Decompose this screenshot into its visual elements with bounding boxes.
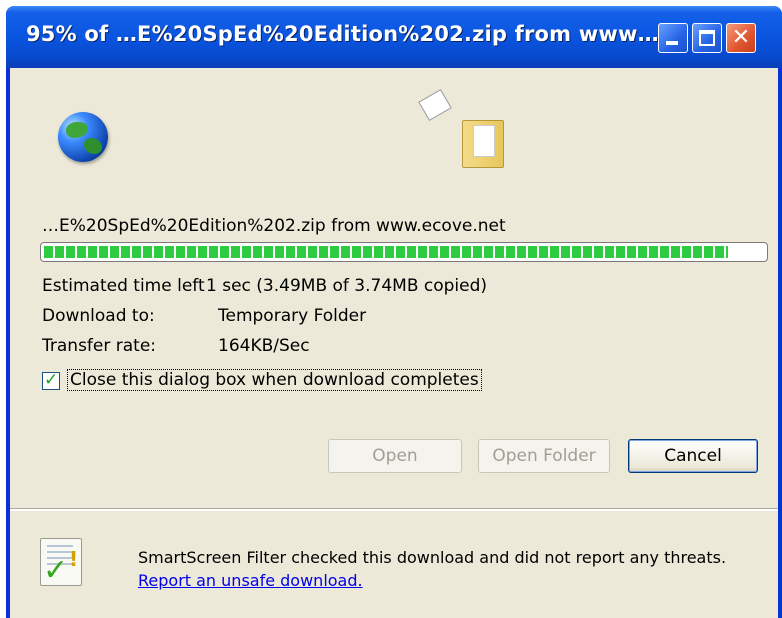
- transfer-rate-row: Transfer rate: 164KB/Sec: [42, 336, 310, 356]
- smartscreen-message: SmartScreen Filter checked this download…: [138, 546, 748, 592]
- download-to-value: Temporary Folder: [218, 306, 367, 326]
- download-to-label: Download to:: [42, 306, 155, 326]
- close-button[interactable]: ✕: [726, 23, 756, 53]
- download-source: …E%20SpEd%20Edition%202.zip from www.eco…: [42, 216, 506, 236]
- smartscreen-shield-icon: ✓ !: [40, 538, 82, 586]
- report-unsafe-link[interactable]: Report an unsafe download.: [138, 571, 363, 590]
- checkmark-icon: ✓: [44, 370, 59, 390]
- window-title: 95% of …E%20SpEd%20Edition%202.zip from …: [26, 22, 659, 46]
- globe-icon: [58, 112, 108, 162]
- progress-fill: [44, 246, 728, 258]
- download-dialog: 95% of …E%20SpEd%20Edition%202.zip from …: [6, 6, 782, 618]
- dialog-body: …E%20SpEd%20Edition%202.zip from www.eco…: [10, 68, 778, 618]
- download-to-row: Download to: Temporary Folder: [42, 306, 366, 326]
- flying-paper-icon: [418, 88, 452, 122]
- smartscreen-panel: ✓ ! SmartScreen Filter checked this down…: [10, 511, 778, 618]
- smartscreen-text: SmartScreen Filter checked this download…: [138, 548, 727, 567]
- title-bar[interactable]: 95% of …E%20SpEd%20Edition%202.zip from …: [6, 6, 782, 68]
- minimize-button[interactable]: [658, 23, 688, 53]
- open-button[interactable]: Open: [328, 439, 462, 473]
- open-folder-button[interactable]: Open Folder: [478, 439, 610, 473]
- close-icon: ✕: [731, 25, 751, 50]
- minimize-icon: [666, 41, 678, 45]
- folder-icon: [462, 120, 504, 168]
- close-when-done-label[interactable]: Close this dialog box when download comp…: [67, 369, 482, 391]
- estimated-time-value: 1 sec (3.49MB of 3.74MB copied): [206, 276, 488, 296]
- cancel-button[interactable]: Cancel: [628, 439, 758, 473]
- transfer-rate-label: Transfer rate:: [42, 336, 157, 356]
- transfer-rate-value: 164KB/Sec: [218, 336, 310, 356]
- estimated-time-row: Estimated time left 1 sec (3.49MB of 3.7…: [42, 276, 487, 296]
- download-progress-bar: [40, 242, 768, 262]
- close-when-done-checkbox[interactable]: ✓: [42, 370, 60, 390]
- estimated-time-label: Estimated time left: [42, 276, 205, 296]
- maximize-button[interactable]: [692, 23, 722, 53]
- maximize-icon: [699, 30, 715, 46]
